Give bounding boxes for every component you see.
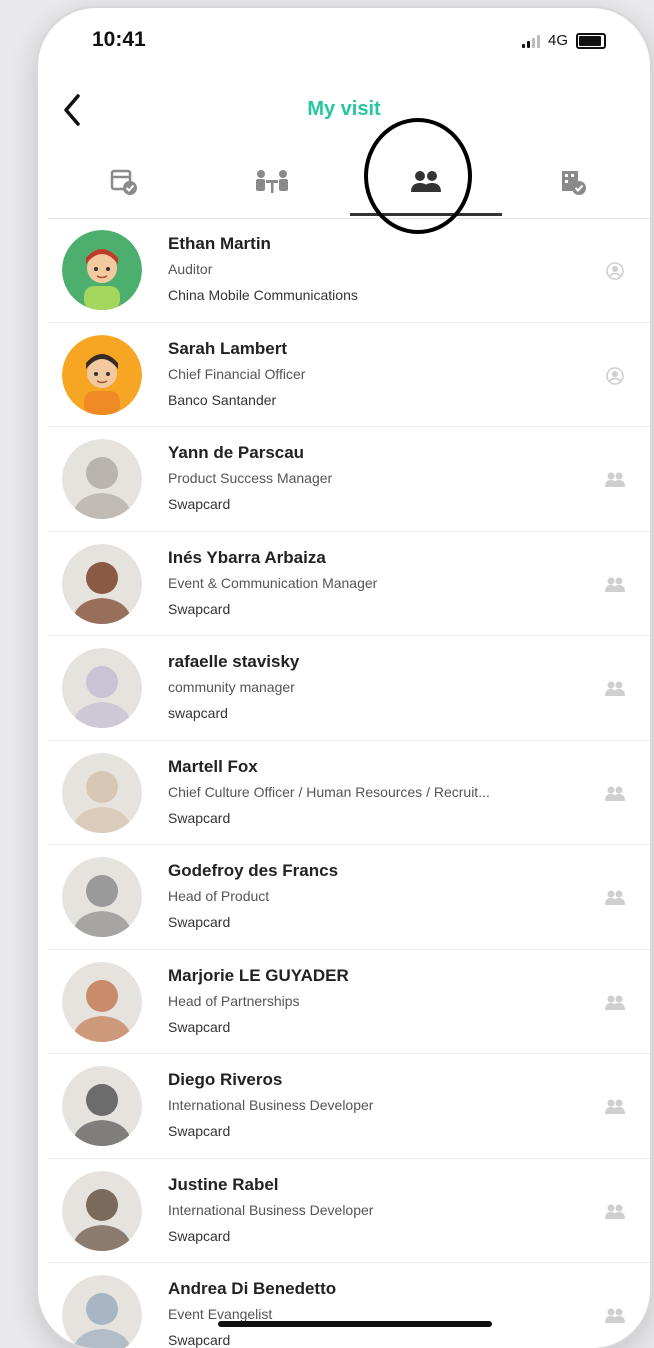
avatar	[62, 1170, 142, 1251]
contact-info: Marjorie LE GUYADER Head of Partnerships S…	[168, 964, 590, 1040]
people-icon	[411, 171, 441, 192]
contact-row[interactable]: Godefroy des Francs Head of Product Swapca…	[48, 845, 650, 950]
tab-exhibitors[interactable]	[514, 156, 634, 208]
contact-info: Godefroy des Francs Head of Product Swapca…	[168, 859, 590, 935]
network-label: 4G	[547, 32, 568, 49]
contact-job-title: Product Success Manager	[168, 470, 333, 486]
status-time: 10:41	[92, 28, 146, 51]
contact-company: Swapcard	[168, 600, 231, 617]
avatar	[62, 439, 142, 519]
avatar	[62, 648, 142, 728]
contact-job-title: Event & Communication Manager	[168, 574, 378, 591]
contact-info: Sarah Lambert Chief Financial Officer Banc…	[168, 337, 590, 413]
meeting-table-icon	[256, 170, 288, 193]
people-icon	[604, 889, 626, 907]
contact-company: swapcard	[168, 705, 228, 721]
contact-info: Andrea Di Benedetto Event Evangelist Swapc…	[168, 1277, 590, 1348]
home-indicator[interactable]	[218, 1321, 492, 1327]
contact-job-title: Chief Culture Officer / Human Resources …	[168, 783, 490, 800]
contact-name: Sarah Lambert	[168, 338, 288, 358]
contact-company: Swapcard	[168, 809, 231, 826]
people-icon	[604, 576, 626, 594]
contact-company: Swapcard	[168, 496, 231, 512]
people-icon	[604, 1307, 626, 1325]
contact-placeholder-icon	[604, 366, 626, 385]
contact-info: Justine Rabel International Business Deve…	[168, 1173, 590, 1249]
contact-row[interactable]: Andrea Di Benedetto Event Evangelist Swapc…	[48, 1263, 650, 1348]
contact-name: Andrea Di Benedetto	[168, 1279, 337, 1298]
avatar	[62, 752, 142, 833]
avatar	[62, 543, 142, 624]
contact-name: Ethan Martin	[168, 234, 271, 253]
signal-icon	[521, 34, 540, 48]
contact-job-title: International Business Developer	[168, 1097, 374, 1113]
contact-name: Marjorie LE GUYADER	[168, 965, 349, 985]
contact-row[interactable]: Yann de Parscau Product Success Manager Sw…	[48, 427, 650, 532]
calendar-check-icon	[110, 169, 137, 195]
tab-agenda[interactable]	[64, 156, 184, 208]
avatar	[62, 230, 142, 310]
people-icon	[604, 471, 626, 489]
contact-company: Swapcard	[168, 1332, 231, 1348]
contact-name: Godefroy des Francs	[168, 861, 339, 880]
contact-row[interactable]: Marjorie LE GUYADER Head of Partnerships S…	[48, 950, 650, 1054]
tab-people[interactable]	[350, 156, 502, 216]
contact-job-title: Chief Financial Officer	[168, 365, 306, 382]
contact-company: China Mobile Communications	[168, 287, 358, 303]
contact-name: Martell Fox	[168, 756, 258, 776]
contact-company: Banco Santander	[168, 391, 277, 408]
avatar	[62, 961, 142, 1042]
contact-job-title: Auditor	[168, 261, 213, 277]
avatar	[62, 857, 142, 937]
contact-company: Swapcard	[168, 1123, 231, 1139]
building-check-icon	[562, 171, 586, 195]
contact-row[interactable]: Ethan Martin Auditor China Mobile Communic…	[48, 218, 650, 323]
contact-name: rafaelle stavisky	[168, 652, 300, 671]
contact-job-title: community manager	[168, 679, 295, 695]
phone-frame: 10:41 4G My visit Ethan Martin Auditor C…	[38, 8, 650, 1348]
people-icon	[604, 785, 626, 803]
contact-job-title: Head of Partnerships	[168, 992, 300, 1009]
status-right: 4G	[521, 32, 606, 49]
contact-name: Justine Rabel	[168, 1174, 279, 1194]
people-icon	[604, 1098, 626, 1116]
contact-row[interactable]: Martell Fox Chief Culture Officer / Human…	[48, 741, 650, 845]
status-bar: 10:41 4G	[38, 8, 650, 78]
contact-placeholder-icon	[604, 262, 626, 280]
navigation-header: My visit	[38, 84, 650, 134]
contact-row[interactable]: rafaelle stavisky community manager swapca…	[48, 636, 650, 741]
contact-company: Swapcard	[168, 1018, 231, 1035]
contact-row[interactable]: Justine Rabel International Business Deve…	[48, 1159, 650, 1263]
contact-info: Diego Riveros International Business Deve…	[168, 1068, 590, 1144]
contact-name: Diego Riveros	[168, 1070, 283, 1089]
contact-info: Martell Fox Chief Culture Officer / Human…	[168, 755, 590, 831]
people-icon	[604, 1203, 626, 1221]
battery-icon	[576, 32, 606, 49]
contact-list: Ethan Martin Auditor China Mobile Communic…	[48, 218, 650, 1348]
contact-row[interactable]: Diego Riveros International Business Deve…	[48, 1054, 650, 1159]
avatar	[62, 1066, 142, 1146]
contact-name: Yann de Parscau	[168, 443, 305, 462]
people-icon	[604, 994, 626, 1012]
contact-info: Ethan Martin Auditor China Mobile Communic…	[168, 232, 590, 308]
avatar	[62, 1275, 142, 1348]
contact-job-title: International Business Developer	[168, 1201, 374, 1218]
avatar	[62, 334, 142, 415]
contact-name: Inés Ybarra Arbaiza	[168, 547, 326, 567]
tab-bar	[48, 148, 650, 219]
tab-meetings[interactable]	[212, 156, 332, 208]
page-title: My visit	[307, 98, 381, 120]
contact-info: rafaelle stavisky community manager swapca…	[168, 650, 590, 726]
contact-row[interactable]: Sarah Lambert Chief Financial Officer Banc…	[48, 323, 650, 427]
contact-company: Swapcard	[168, 914, 231, 930]
contact-job-title: Head of Product	[168, 888, 270, 904]
contact-info: Yann de Parscau Product Success Manager Sw…	[168, 441, 590, 517]
contact-company: Swapcard	[168, 1227, 231, 1244]
contact-row[interactable]: Inés Ybarra Arbaiza Event & Communication…	[48, 532, 650, 636]
people-icon	[604, 680, 626, 698]
contact-info: Inés Ybarra Arbaiza Event & Communication…	[168, 546, 590, 622]
